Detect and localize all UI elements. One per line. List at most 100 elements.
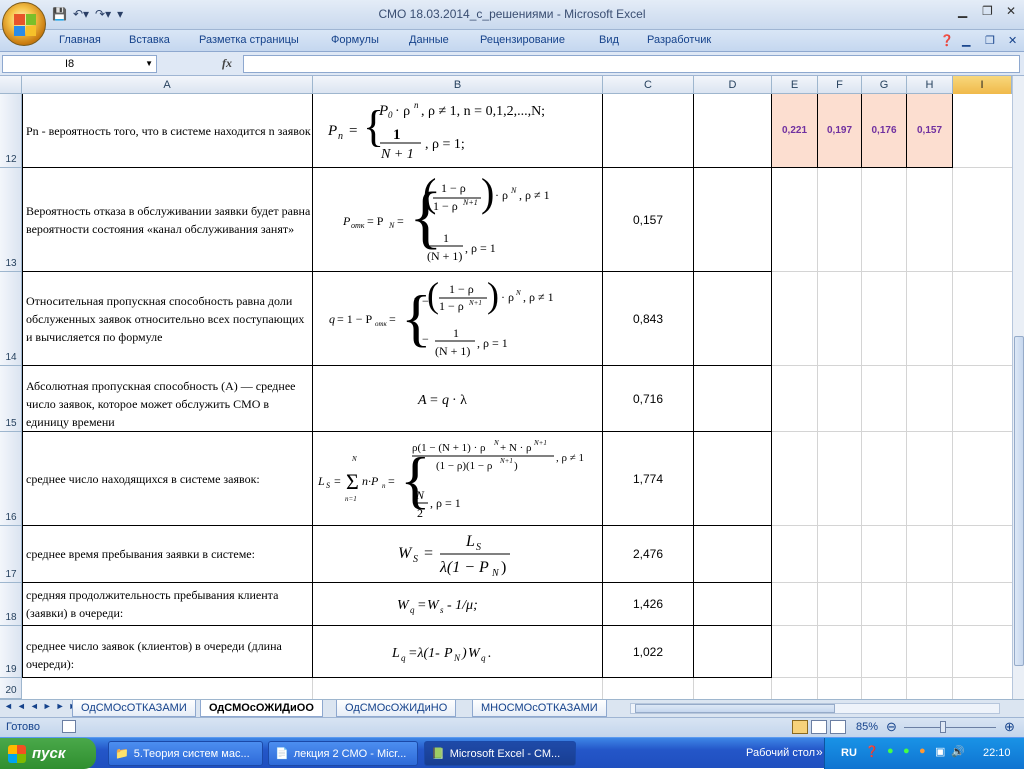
zoom-out-icon[interactable]: ⊖ <box>886 719 897 735</box>
cell-a13[interactable]: Вероятность отказа в обслуживании заявки… <box>26 168 312 271</box>
zoom-slider[interactable] <box>904 727 996 728</box>
minimize-button[interactable]: ▁ <box>958 4 967 18</box>
row-header-12[interactable]: 12 <box>0 94 22 168</box>
row-header-15[interactable]: 15 <box>0 366 22 432</box>
cell-a18[interactable]: средняя продолжительность пребывания кли… <box>26 583 312 625</box>
tray-app-icon-1[interactable]: ● <box>887 745 894 757</box>
tray-help-icon[interactable]: ❓ <box>865 745 879 758</box>
svg-text:P: P <box>342 214 351 228</box>
tab-data[interactable]: Данные <box>409 34 449 46</box>
tab-home[interactable]: Главная <box>59 34 101 46</box>
cell-h12[interactable]: 0,157 <box>907 94 952 167</box>
tray-app-icon-3[interactable]: ● <box>919 745 926 757</box>
sheet-tab-1[interactable]: ОдСМОсОТКАЗАМИ <box>72 700 196 717</box>
row-header-14[interactable]: 14 <box>0 272 22 366</box>
restore-button[interactable]: ❐ <box>982 4 993 18</box>
name-box[interactable]: I8 ▼ <box>2 55 157 73</box>
svg-text:): ) <box>461 646 467 661</box>
svg-text:S: S <box>326 481 330 490</box>
start-button[interactable]: пуск <box>0 738 96 769</box>
office-button[interactable] <box>2 2 46 46</box>
column-header-b[interactable]: B <box>313 76 603 94</box>
help-icon[interactable]: ❓ <box>940 34 954 47</box>
sheet-nav-arrows-icon[interactable]: ◄◄◄►►► <box>4 701 81 711</box>
vertical-scrollbar[interactable] <box>1012 76 1024 699</box>
column-header-g[interactable]: G <box>862 76 907 94</box>
cell-c18[interactable]: 1,426 <box>602 583 694 625</box>
page-break-view-icon[interactable] <box>830 720 846 734</box>
sheet-tab-3[interactable]: ОдСМОсОЖИДиНО <box>336 700 457 717</box>
desktop-toolbar-chevron-icon[interactable]: » <box>816 745 823 759</box>
normal-view-icon[interactable] <box>792 720 808 734</box>
row-header-19[interactable]: 19 <box>0 626 22 678</box>
cell-c15[interactable]: 0,716 <box>602 366 694 431</box>
ribbon-close-icon[interactable]: ✕ <box>1008 34 1017 47</box>
column-header-c[interactable]: C <box>603 76 694 94</box>
svg-text:N: N <box>493 439 499 447</box>
cell-c16[interactable]: 1,774 <box>602 432 694 525</box>
cell-g12[interactable]: 0,176 <box>862 94 906 167</box>
language-indicator[interactable]: RU <box>841 747 857 759</box>
row-header-13[interactable]: 13 <box>0 168 22 272</box>
cell-c17[interactable]: 2,476 <box>602 526 694 582</box>
sheet-tab-4[interactable]: МНОСМОсОТКАЗАМИ <box>472 700 607 717</box>
zoom-level[interactable]: 85% <box>856 721 878 733</box>
tab-insert[interactable]: Вставка <box>129 34 170 46</box>
column-header-a[interactable]: A <box>22 76 313 94</box>
cell-c13[interactable]: 0,157 <box>602 168 694 271</box>
row-header-20[interactable]: 20 <box>0 678 22 699</box>
ribbon-restore-icon[interactable]: ❐ <box>985 34 995 47</box>
tray-volume-icon[interactable]: 🔊 <box>951 745 965 758</box>
page-layout-view-icon[interactable] <box>811 720 827 734</box>
column-header-i[interactable]: I <box>953 76 1012 94</box>
task-word[interactable]: 📄 лекция 2 СМО - Micr... <box>268 741 418 766</box>
horizontal-scrollbar[interactable] <box>630 703 1000 714</box>
tab-page-layout[interactable]: Разметка страницы <box>199 34 299 46</box>
scrollbar-thumb[interactable] <box>1014 336 1024 666</box>
h-scrollbar-thumb[interactable] <box>635 704 835 713</box>
svg-text:, ρ = 1: , ρ = 1 <box>465 241 496 255</box>
row-header-17[interactable]: 17 <box>0 526 22 583</box>
zoom-slider-thumb[interactable] <box>940 721 946 733</box>
svg-text:N: N <box>415 488 425 502</box>
cell-f12[interactable]: 0,197 <box>818 94 861 167</box>
close-button[interactable]: ✕ <box>1006 4 1016 18</box>
cell-a14[interactable]: Относительная пропускная способность рав… <box>26 272 312 365</box>
column-header-h[interactable]: H <box>907 76 953 94</box>
cell-e12[interactable]: 0,221 <box>772 94 817 167</box>
svg-text:· ρ: · ρ <box>495 188 508 202</box>
select-all-corner[interactable] <box>0 76 22 94</box>
ribbon-minimize-icon[interactable]: ▁ <box>962 34 970 47</box>
task-excel[interactable]: 📗 Microsoft Excel - СМ... <box>424 741 576 766</box>
cell-a12[interactable]: Pn - вероятность того, что в системе нах… <box>26 94 312 167</box>
desktop-toolbar-label[interactable]: Рабочий стол <box>746 747 815 759</box>
tray-network-icon[interactable]: ▣ <box>935 745 945 758</box>
row-header-18[interactable]: 18 <box>0 583 22 626</box>
cell-a19[interactable]: среднее число заявок (клиентов) в очеред… <box>26 626 312 677</box>
svg-text:Σ: Σ <box>346 469 359 494</box>
fx-icon[interactable]: fx <box>222 56 232 71</box>
zoom-in-icon[interactable]: ⊕ <box>1004 719 1015 735</box>
task-folder[interactable]: 📁 5.Теория систем мас... <box>108 741 263 766</box>
formula-input[interactable] <box>243 55 1020 73</box>
sheet-tab-2[interactable]: ОдСМОсОЖИДиОО <box>200 700 323 717</box>
chevron-down-icon[interactable]: ▼ <box>145 56 153 72</box>
spreadsheet-grid[interactable]: 0,221 0,197 0,176 0,157 Pn - вероятность… <box>22 94 1012 699</box>
tab-review[interactable]: Рецензирование <box>480 34 565 46</box>
tab-view[interactable]: Вид <box>599 34 619 46</box>
row-header-16[interactable]: 16 <box>0 432 22 526</box>
cell-a16[interactable]: среднее число находящихся в системе заяв… <box>26 432 312 525</box>
tab-developer[interactable]: Разработчик <box>647 34 711 46</box>
tray-app-icon-2[interactable]: ● <box>903 745 910 757</box>
column-header-d[interactable]: D <box>694 76 772 94</box>
cell-a15[interactable]: Абсолютная пропускная способность (А) — … <box>26 366 312 431</box>
macro-record-icon[interactable] <box>62 720 76 733</box>
cell-c14[interactable]: 0,843 <box>602 272 694 365</box>
tab-formulas[interactable]: Формулы <box>331 34 379 46</box>
cell-a17[interactable]: среднее время пребывания заявки в систем… <box>26 526 312 582</box>
status-bar: Готово 85% ⊖ ⊕ <box>0 717 1024 737</box>
column-header-f[interactable]: F <box>818 76 862 94</box>
column-header-e[interactable]: E <box>772 76 818 94</box>
cell-c19[interactable]: 1,022 <box>602 626 694 677</box>
svg-text:отк: отк <box>351 221 365 230</box>
